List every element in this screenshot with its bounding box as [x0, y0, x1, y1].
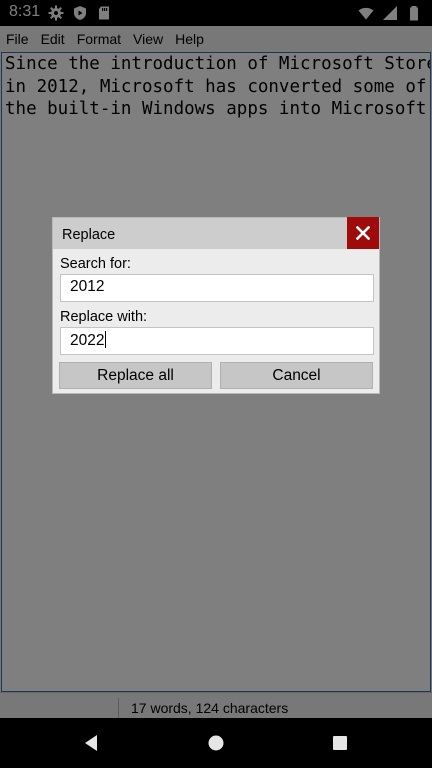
home-icon [208, 735, 224, 751]
replace-input[interactable]: 2022 [60, 327, 374, 355]
search-label: Search for: [60, 256, 131, 272]
navigation-bar [0, 718, 432, 768]
replace-label: Replace with: [60, 309, 148, 325]
close-button[interactable] [347, 217, 379, 249]
home-button[interactable] [206, 733, 226, 753]
close-icon [356, 226, 370, 240]
dialog-title: Replace [62, 227, 116, 243]
search-input[interactable]: 2012 [60, 274, 374, 302]
cancel-button[interactable]: Cancel [220, 362, 373, 389]
search-value: 2012 [70, 278, 105, 295]
back-icon [85, 735, 97, 751]
text-caret [105, 331, 107, 348]
replace-dialog: Replace Search for: 2012 Replace with: 2… [52, 217, 380, 394]
back-button[interactable] [81, 733, 101, 753]
replace-all-button[interactable]: Replace all [59, 362, 212, 389]
recents-button[interactable] [330, 733, 350, 753]
recents-icon [333, 736, 347, 750]
dialog-titlebar: Replace [53, 217, 379, 249]
replace-value: 2022 [70, 332, 105, 349]
